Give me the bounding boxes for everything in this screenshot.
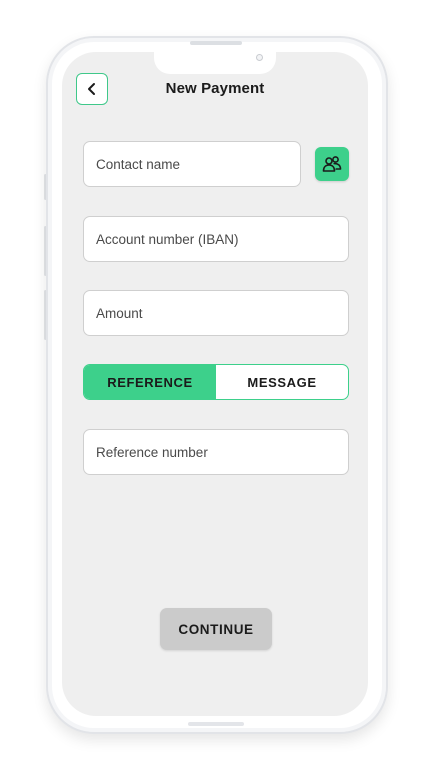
contact-name-input[interactable] [83, 141, 301, 187]
phone-bottom-edge [188, 722, 244, 726]
stage: New Payment REFERENCE MESSAGE CONTINUE [0, 0, 432, 768]
phone-top-speaker [190, 41, 242, 45]
reference-number-input[interactable] [83, 429, 349, 475]
tab-reference[interactable]: REFERENCE [84, 365, 216, 399]
contacts-button[interactable] [315, 147, 349, 181]
phone-notch [154, 52, 276, 74]
phone-screen: New Payment REFERENCE MESSAGE CONTINUE [62, 52, 368, 716]
account-number-input[interactable] [83, 216, 349, 262]
page-title: New Payment [165, 80, 265, 97]
camera-icon [256, 54, 263, 61]
continue-button[interactable]: CONTINUE [160, 608, 272, 650]
users-icon [322, 156, 342, 172]
tab-message[interactable]: MESSAGE [216, 365, 348, 399]
amount-input[interactable] [83, 290, 349, 336]
reference-message-toggle: REFERENCE MESSAGE [83, 364, 349, 400]
